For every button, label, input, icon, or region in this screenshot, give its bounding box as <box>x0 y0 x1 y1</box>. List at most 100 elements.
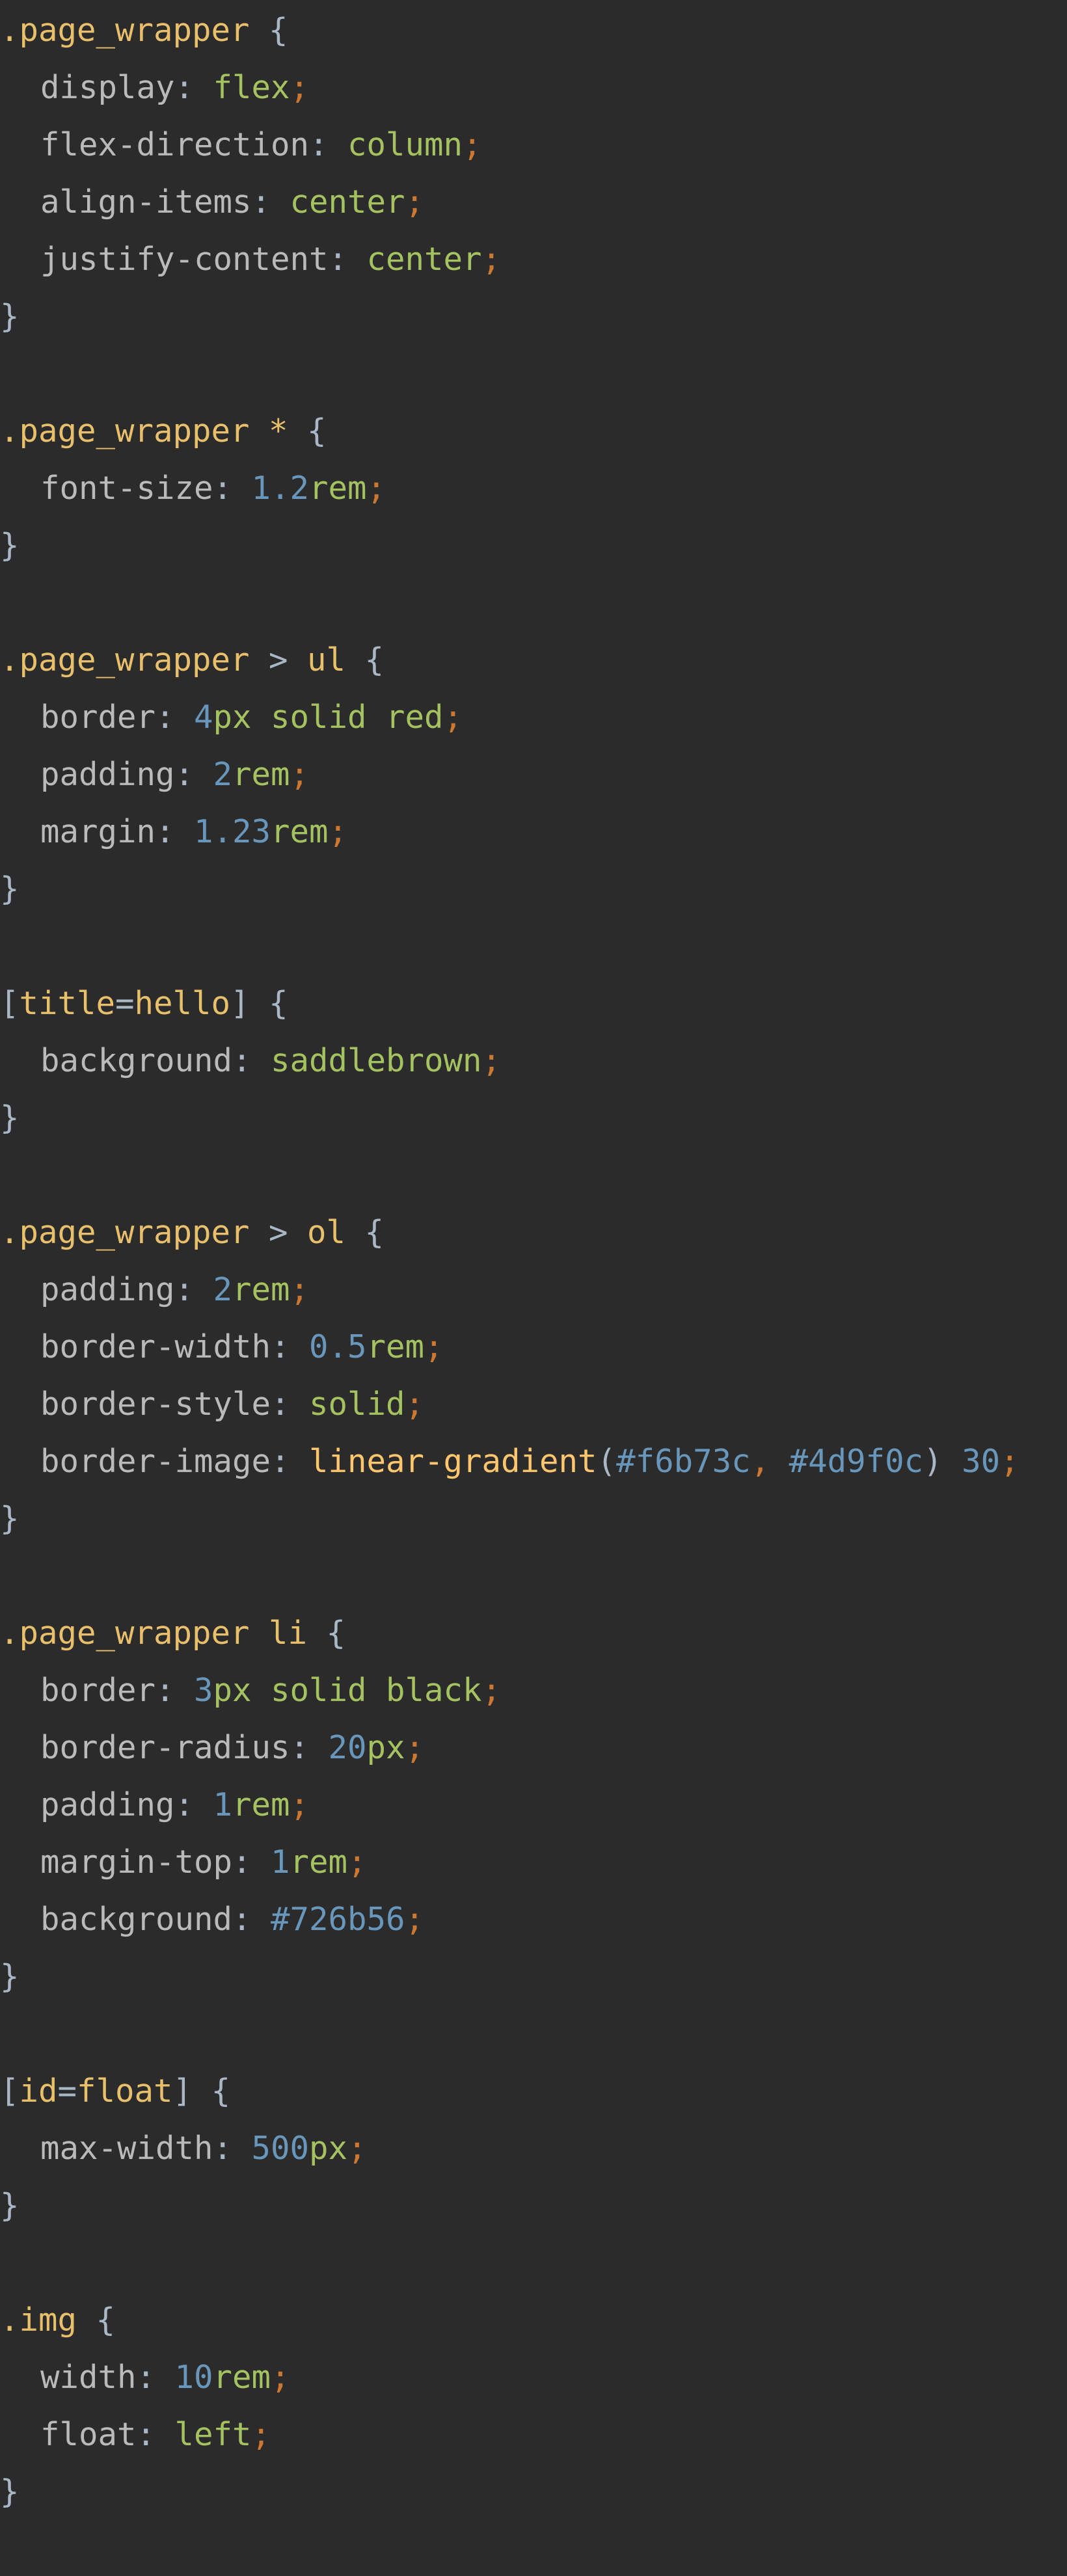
code-token: > <box>249 1214 308 1251</box>
code-token: { <box>77 2301 116 2339</box>
code-token: 10 <box>174 2359 213 2396</box>
code-token: ] { <box>172 2073 231 2110</box>
code-line[interactable]: padding: 2rem; <box>40 1261 309 1319</box>
code-token: padding <box>40 756 175 793</box>
code-token: : <box>155 813 195 850</box>
code-token: center <box>366 241 482 278</box>
code-token: ; <box>251 2416 271 2453</box>
code-line[interactable]: background: #726b56; <box>40 1891 424 1948</box>
code-line[interactable]: justify-content: center; <box>40 231 501 288</box>
code-token: ul <box>307 641 346 678</box>
code-token: ; <box>405 1386 425 1423</box>
code-line[interactable]: border-style: solid; <box>40 1376 424 1433</box>
code-token: ) <box>923 1443 962 1480</box>
code-token: 20 <box>328 1729 367 1766</box>
code-line[interactable]: } <box>0 2177 20 2234</box>
code-line[interactable]: float: left; <box>40 2406 271 2463</box>
code-line[interactable]: width: 10rem; <box>40 2349 290 2406</box>
code-token: : <box>174 1271 213 1308</box>
code-line[interactable]: } <box>0 1090 20 1147</box>
code-token: : <box>232 1844 271 1881</box>
code-token: ; <box>290 1786 310 1823</box>
code-line[interactable]: } <box>0 1490 20 1548</box>
code-line[interactable]: display: flex; <box>40 59 309 116</box>
code-token: border-radius <box>40 1729 290 1766</box>
code-token: rem <box>290 1844 348 1881</box>
code-line[interactable]: padding: 1rem; <box>40 1777 309 1834</box>
code-token: rem <box>213 2359 271 2396</box>
code-token: : <box>271 1328 310 1365</box>
code-token: : <box>213 2130 252 2167</box>
code-token: padding <box>40 1786 175 1823</box>
code-token: font-size <box>40 470 213 507</box>
code-line[interactable]: margin: 1.23rem; <box>40 803 347 861</box>
code-token: .page_wrapper <box>0 641 250 678</box>
code-token: { <box>288 412 327 449</box>
code-token: : <box>309 126 348 163</box>
code-token: ; <box>481 1672 502 1709</box>
code-line[interactable]: } <box>0 861 20 918</box>
code-line[interactable]: border-width: 0.5rem; <box>40 1319 444 1376</box>
code-token: > <box>249 641 308 678</box>
code-line[interactable]: .page_wrapper > ul { <box>0 632 384 689</box>
code-token: align-items <box>40 183 252 221</box>
code-token: ; <box>405 183 425 221</box>
code-token: flex <box>213 69 290 106</box>
code-token: : <box>174 69 213 106</box>
code-token: title <box>19 985 116 1022</box>
code-line[interactable]: border: 4px solid red; <box>40 689 463 746</box>
code-token: : <box>251 183 290 221</box>
code-token: background <box>40 1042 233 1079</box>
code-line[interactable]: .img { <box>0 2292 115 2349</box>
code-token: : <box>174 756 213 793</box>
code-token: li <box>269 1615 308 1652</box>
code-token: id <box>19 2073 58 2110</box>
code-token: 1 <box>271 1844 290 1881</box>
code-token: } <box>0 870 20 907</box>
code-line[interactable]: margin-top: 1rem; <box>40 1834 367 1891</box>
code-line[interactable]: } <box>0 517 20 574</box>
code-line[interactable]: flex-direction: column; <box>40 116 482 174</box>
code-line[interactable]: border: 3px solid black; <box>40 1662 501 1719</box>
code-line[interactable]: border-radius: 20px; <box>40 1719 424 1777</box>
code-token: max-width <box>40 2130 213 2167</box>
code-line[interactable]: border-image: linear-gradient(#f6b73c, #… <box>40 1433 1020 1490</box>
code-token: ; <box>290 756 310 793</box>
code-editor[interactable]: .page_wrapper {display: flex; flex-direct… <box>0 0 1067 2576</box>
code-line[interactable]: .page_wrapper li { <box>0 1605 345 1662</box>
code-token: border <box>40 699 156 736</box>
code-line[interactable]: [id=float] { <box>0 2063 230 2120</box>
code-line[interactable]: .page_wrapper * { <box>0 403 327 460</box>
code-token: rem <box>232 756 290 793</box>
code-line[interactable]: font-size: 1.2rem; <box>40 460 386 517</box>
code-token: ; <box>481 241 502 278</box>
code-token: } <box>0 527 20 564</box>
code-token: } <box>0 1500 20 1537</box>
code-line[interactable]: [title=hello] { <box>0 975 288 1032</box>
code-token: : <box>136 2416 175 2453</box>
code-line[interactable]: max-width: 500px; <box>40 2120 367 2177</box>
code-token: = <box>115 985 135 1022</box>
code-line[interactable]: } <box>0 2463 20 2521</box>
code-token: { <box>307 1615 346 1652</box>
code-line[interactable]: .page_wrapper { <box>0 2 288 59</box>
code-token: #726b56 <box>271 1901 405 1938</box>
code-token: [ <box>0 985 20 1022</box>
code-token: ; <box>366 470 386 507</box>
code-line[interactable]: } <box>0 1948 20 2006</box>
code-token: ol <box>307 1214 346 1251</box>
code-token: flex-direction <box>40 126 310 163</box>
code-token: .page_wrapper <box>0 1615 250 1652</box>
code-line[interactable]: align-items: center; <box>40 174 424 231</box>
code-token: margin-top <box>40 1844 233 1881</box>
code-token: column <box>347 126 463 163</box>
code-line[interactable]: .page_wrapper > ol { <box>0 1204 384 1261</box>
code-line[interactable]: padding: 2rem; <box>40 746 309 803</box>
code-line[interactable]: } <box>0 288 20 345</box>
code-token: rem <box>309 470 367 507</box>
code-token: { <box>249 12 288 49</box>
code-token: rem <box>366 1328 425 1365</box>
code-token: border-width <box>40 1328 271 1365</box>
code-line[interactable]: background: saddlebrown; <box>40 1032 501 1090</box>
